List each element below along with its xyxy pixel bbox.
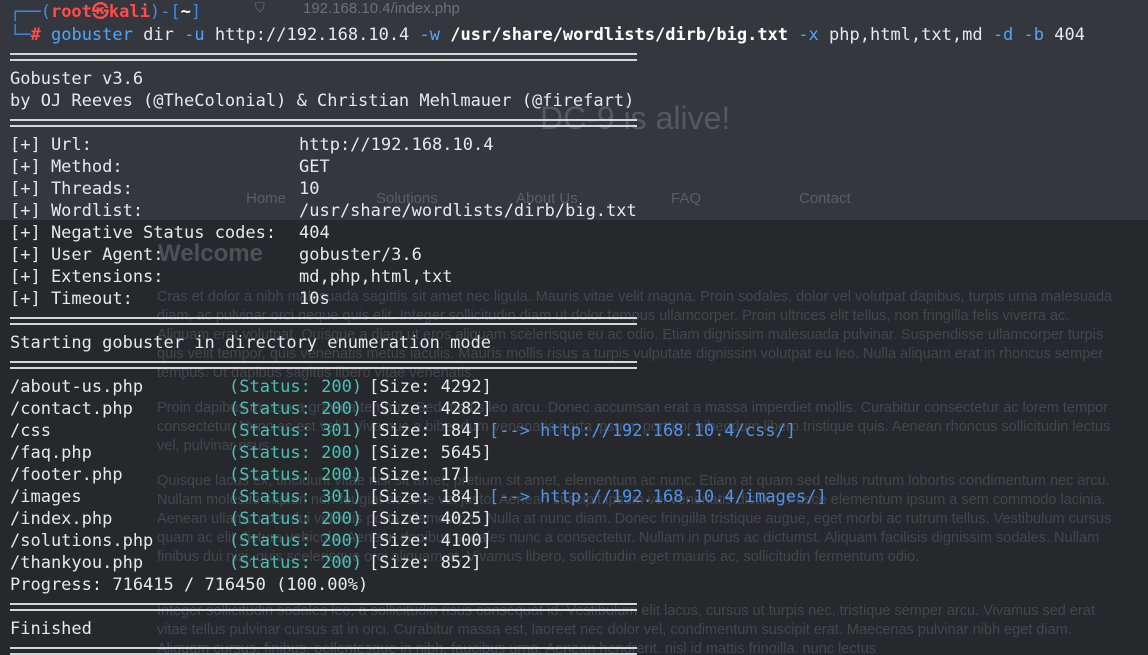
command-flag: -b (1023, 25, 1045, 45)
result-size: [Size: 184] (369, 421, 482, 441)
prompt-cwd: ~ (180, 2, 191, 22)
config-value: gobuster/3.6 (299, 245, 422, 265)
result-row: /images (Status: 301) [Size: 184] [--> http… (10, 486, 827, 508)
config-row: [+] User Agent: gobuster/3.6 (10, 244, 422, 266)
command-wordlist: /usr/share/wordlists/dirb/big.txt (450, 25, 789, 45)
result-path: /solutions.php (10, 531, 154, 551)
config-row: [+] Wordlist: /usr/share/wordlists/dirb/b… (10, 200, 637, 222)
result-row: /index.php (Status: 200) [Size: 4025] (10, 508, 492, 530)
result-path: /contact.php (10, 399, 133, 419)
result-redirect: [--> http://192.168.10.4/css/] (489, 421, 797, 441)
command-url: http://192.168.10.4 (214, 25, 410, 45)
config-value: 404 (299, 223, 330, 243)
config-value: md,php,html,txt (299, 267, 453, 287)
separator (10, 647, 637, 655)
config-label: [+] Threads: (10, 179, 133, 199)
result-status: (Status: 200) (229, 509, 363, 529)
config-row: [+] Method: GET (10, 156, 330, 178)
config-value: GET (299, 157, 330, 177)
config-value: 10 (299, 179, 320, 199)
config-row: [+] Url: http://192.168.10.4 (10, 134, 493, 156)
separator (10, 361, 637, 369)
result-row: /css (Status: 301) [Size: 184] [--> http://… (10, 420, 796, 442)
result-row: /about-us.php (Status: 200) [Size: 4292] (10, 376, 492, 398)
prompt-bracket: ] (190, 2, 202, 22)
config-label: [+] Url: (10, 135, 92, 155)
result-status: (Status: 200) (229, 465, 363, 485)
separator (10, 53, 637, 61)
result-size: [Size: 5645] (369, 443, 492, 463)
result-path: /index.php (10, 509, 113, 529)
config-row: [+] Timeout: 10s (10, 288, 330, 310)
prompt-corner: └─ (10, 25, 31, 45)
config-row: [+] Threads: 10 (10, 178, 319, 200)
result-size: [Size: 4292] (369, 377, 492, 397)
banner-authors: by OJ Reeves (@TheColonial) & Christian … (10, 91, 635, 111)
command-flag: -x (798, 25, 819, 45)
command-subcommand: dir (143, 25, 174, 45)
command-flag: -w (419, 25, 441, 45)
command-line: └─# gobuster dir -u http://192.168.10.4 … (10, 24, 1085, 46)
prompt-bracket: ┌──( (10, 2, 51, 22)
config-label: [+] Timeout: (10, 289, 133, 309)
result-status: (Status: 200) (229, 443, 363, 463)
separator (10, 317, 637, 325)
config-value: 10s (299, 289, 330, 309)
result-path: /faq.php (10, 443, 92, 463)
config-value: /usr/share/wordlists/dirb/big.txt (299, 201, 637, 221)
result-path: /about-us.php (10, 377, 144, 397)
finished-line: Finished (10, 619, 92, 639)
result-path: /footer.php (10, 465, 123, 485)
banner-version: Gobuster v3.6 (10, 69, 144, 89)
terminal[interactable]: ┌──(root㉿kali)-[~] └─# gobuster dir -u h… (0, 0, 1148, 655)
command-status-code: 404 (1054, 25, 1085, 45)
prompt-bracket: )-[ (149, 2, 181, 22)
result-status: (Status: 200) (229, 377, 363, 397)
result-size: [Size: 4025] (369, 509, 492, 529)
result-status: (Status: 301) (229, 421, 363, 441)
command-flag: -u (184, 25, 205, 45)
config-value: http://192.168.10.4 (299, 135, 494, 155)
config-label: [+] User Agent: (10, 245, 164, 265)
result-size: [Size: 17] (369, 465, 472, 485)
result-status: (Status: 200) (229, 531, 363, 551)
separator (10, 119, 637, 127)
command-extensions: php,html,txt,md (829, 25, 983, 45)
start-message: Starting gobuster in directory enumerati… (10, 333, 492, 353)
config-label: [+] Extensions: (10, 267, 164, 287)
result-size: [Size: 4100] (369, 531, 492, 551)
config-label: [+] Negative Status codes: (10, 223, 277, 243)
result-row: /thankyou.php (Status: 200) [Size: 852] (10, 552, 482, 574)
prompt-hash: # (30, 25, 41, 45)
result-path: /thankyou.php (10, 553, 144, 573)
config-label: [+] Method: (10, 157, 123, 177)
config-row: [+] Negative Status codes: 404 (10, 222, 330, 244)
result-row: /solutions.php (Status: 200) [Size: 4100] (10, 530, 492, 552)
config-row: [+] Extensions: md,php,html,txt (10, 266, 453, 288)
command-program: gobuster (50, 25, 133, 45)
prompt-user-host: root㉿kali (50, 2, 150, 22)
result-redirect: [--> http://192.168.10.4/images/] (489, 487, 827, 507)
result-size: [Size: 4282] (369, 399, 492, 419)
result-status: (Status: 301) (229, 487, 363, 507)
result-row: /faq.php (Status: 200) [Size: 5645] (10, 442, 492, 464)
config-label: [+] Wordlist: (10, 201, 144, 221)
result-path: /images (10, 487, 82, 507)
prompt-line: ┌──(root㉿kali)-[~] (10, 1, 201, 23)
result-size: [Size: 184] (369, 487, 482, 507)
result-status: (Status: 200) (229, 553, 363, 573)
result-row: /contact.php (Status: 200) [Size: 4282] (10, 398, 492, 420)
result-path: /css (10, 421, 51, 441)
command-flag: -d (992, 25, 1014, 45)
result-status: (Status: 200) (229, 399, 363, 419)
progress-line: Progress: 716415 / 716450 (100.00%) (10, 575, 369, 595)
result-size: [Size: 852] (369, 553, 482, 573)
separator (10, 603, 637, 611)
result-row: /footer.php (Status: 200) [Size: 17] (10, 464, 471, 486)
